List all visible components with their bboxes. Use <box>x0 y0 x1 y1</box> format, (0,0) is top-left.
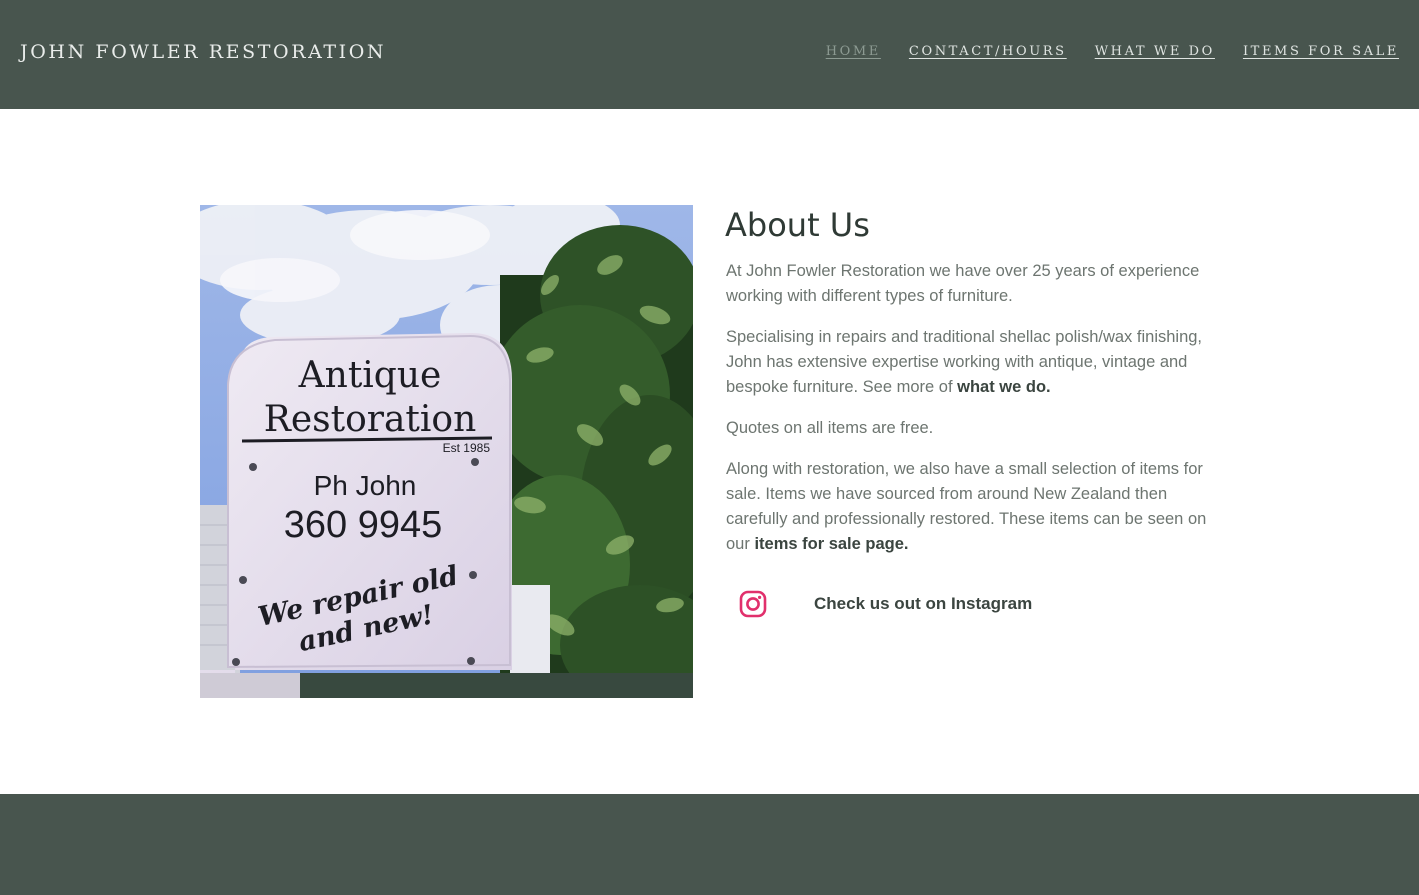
site-footer <box>0 794 1419 895</box>
what-we-do-link[interactable]: what we do. <box>957 378 1051 396</box>
about-section: About Us At John Fowler Restoration we h… <box>725 205 1216 557</box>
nav-items-for-sale[interactable]: ITEMS FOR SALE <box>1243 44 1399 59</box>
about-heading: About Us <box>725 206 870 244</box>
main-nav: HOME CONTACT/HOURS WHAT WE DO ITEMS FOR … <box>826 44 1399 59</box>
about-paragraph-1: At John Fowler Restoration we have over … <box>726 262 1200 305</box>
site-brand-link[interactable]: JOHN FOWLER RESTORATION <box>20 41 386 63</box>
nav-home[interactable]: HOME <box>826 44 881 59</box>
shop-sign-photo: Antique Restoration Est 1985 Ph John 360… <box>200 205 693 698</box>
about-paragraph-2: Specialising in repairs and traditional … <box>726 325 1216 400</box>
nav-what-we-do[interactable]: WHAT WE DO <box>1095 44 1215 59</box>
site-header: JOHN FOWLER RESTORATION HOME CONTACT/HOU… <box>0 0 1419 109</box>
instagram-icon[interactable] <box>739 590 767 618</box>
sign-line1: Antique <box>298 355 442 396</box>
nav-contact-hours[interactable]: CONTACT/HOURS <box>909 44 1067 59</box>
instagram-block: Check us out on Instagram <box>726 582 1126 626</box>
about-paragraph-3: Quotes on all items are free. <box>726 419 934 437</box>
sign-line2: Restoration <box>264 399 477 440</box>
items-for-sale-link[interactable]: items for sale page. <box>754 535 908 553</box>
instagram-link[interactable]: Check us out on Instagram <box>814 594 1032 614</box>
sign-phone-label: Ph John <box>314 470 417 501</box>
about-paragraph-4: Along with restoration, we also have a s… <box>726 457 1216 557</box>
sign-phone: 360 9945 <box>284 504 443 546</box>
sign-est: Est 1985 <box>443 441 491 455</box>
